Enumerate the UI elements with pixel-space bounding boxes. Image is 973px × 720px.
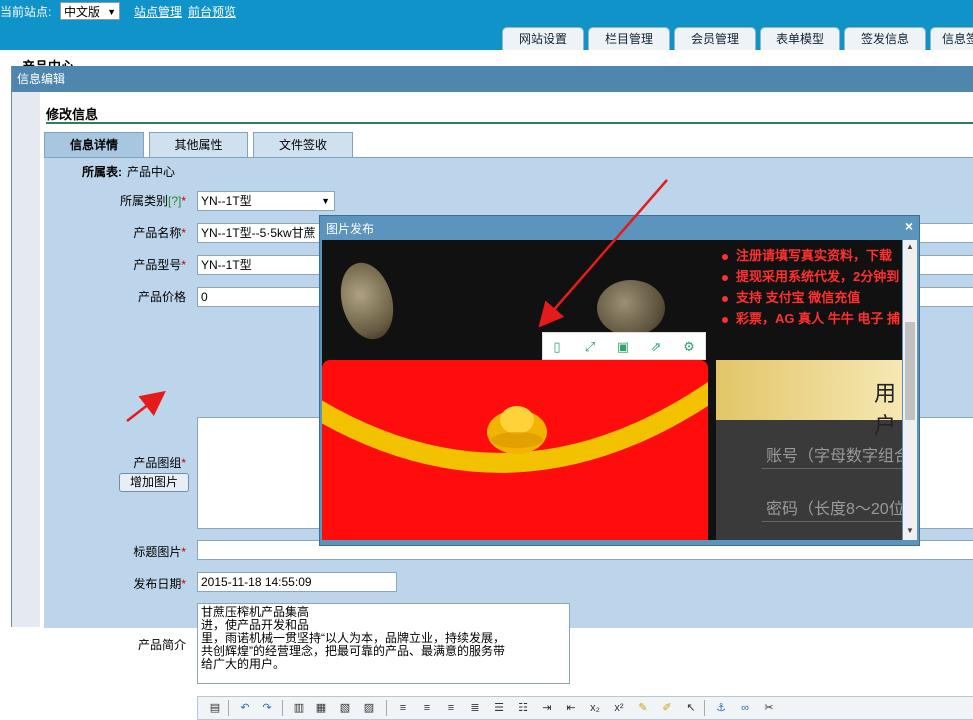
indent-icon[interactable]: ⇥ bbox=[540, 701, 554, 715]
format-brush-icon[interactable]: ✐ bbox=[660, 701, 674, 715]
editor-toolbar: ▤ ↶ ↷ ▥ ▦ ▧ ▨ ≡ ≡ ≡ ≣ ☰ ☷ ⇥ ⇤ x₂ x² ✎ ✐ … bbox=[197, 696, 973, 720]
clear-format-icon[interactable]: ✎ bbox=[636, 701, 650, 715]
arrow-to-image-toolbar bbox=[538, 179, 668, 328]
arrow-to-add-image bbox=[126, 390, 166, 422]
undo-icon[interactable]: ↶ bbox=[238, 701, 252, 715]
subscript-icon[interactable]: x₂ bbox=[588, 701, 602, 715]
intro-line: 共创辉煌”的经营理念，把最可靠的产品、最满意的服务带 bbox=[201, 644, 505, 658]
select-all-icon[interactable]: ↖ bbox=[684, 701, 698, 715]
cut-icon[interactable]: ▦ bbox=[314, 701, 328, 715]
align-right-icon[interactable]: ≡ bbox=[444, 701, 458, 715]
template-icon[interactable]: ▥ bbox=[292, 701, 306, 715]
link-icon[interactable]: ∞ bbox=[738, 701, 752, 715]
toolbar-divider bbox=[228, 700, 229, 716]
intro-line: 里，雨诺机械一贯坚持“以人为本，品牌立业，持续发展， bbox=[201, 631, 505, 645]
toolbar-divider bbox=[704, 700, 705, 716]
paste-text-icon[interactable]: ▨ bbox=[362, 701, 376, 715]
superscript-icon[interactable]: x² bbox=[612, 701, 626, 715]
outdent-icon[interactable]: ⇤ bbox=[564, 701, 578, 715]
unordered-list-icon[interactable]: ☷ bbox=[516, 701, 530, 715]
unlink-icon[interactable]: ✂ bbox=[762, 701, 776, 715]
toolbar-divider bbox=[282, 700, 283, 716]
intro-line: 给广大的用户。 bbox=[201, 657, 286, 671]
ordered-list-icon[interactable]: ☰ bbox=[492, 701, 506, 715]
source-icon[interactable]: ▤ bbox=[208, 701, 222, 715]
annotation-arrows bbox=[126, 179, 668, 422]
align-left-icon[interactable]: ≡ bbox=[396, 701, 410, 715]
align-center-icon[interactable]: ≡ bbox=[420, 701, 434, 715]
product-intro-label: 产品简介 bbox=[137, 638, 186, 652]
anchor-icon[interactable]: ⚓ bbox=[714, 701, 728, 715]
paste-icon[interactable]: ▧ bbox=[338, 701, 352, 715]
justify-icon[interactable]: ≣ bbox=[468, 701, 482, 715]
toolbar-divider bbox=[386, 700, 387, 716]
redo-icon[interactable]: ↷ bbox=[260, 701, 274, 715]
